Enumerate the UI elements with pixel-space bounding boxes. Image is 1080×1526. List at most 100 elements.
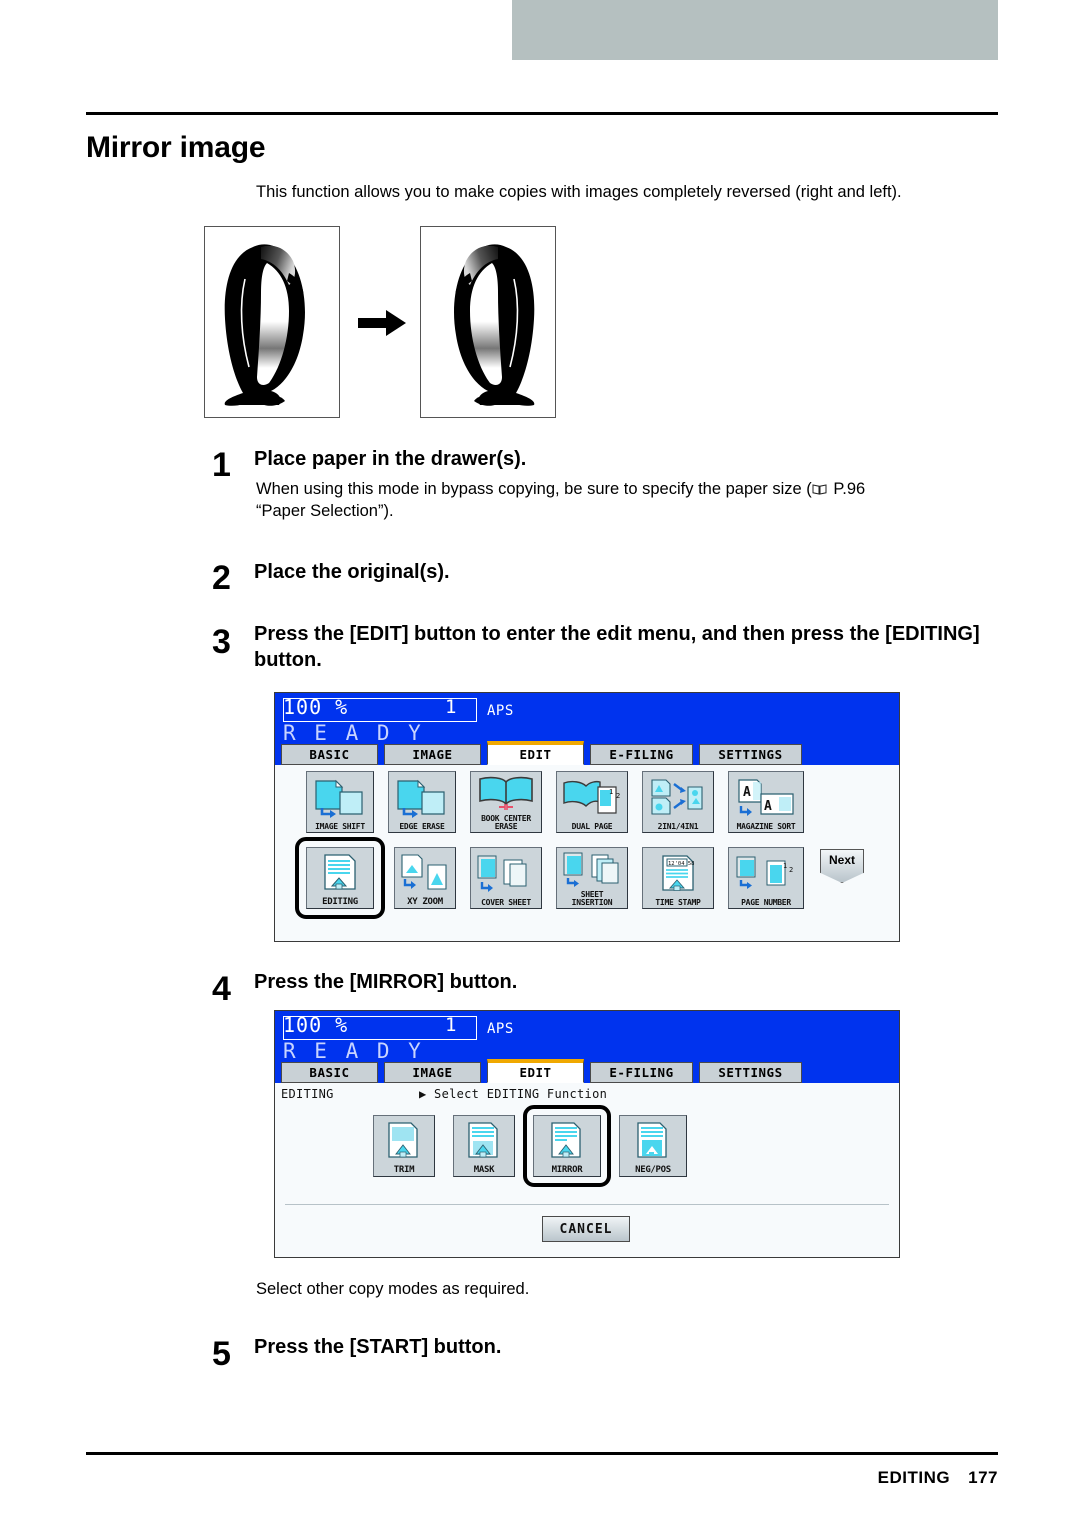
- button-trim-label: TRIM: [393, 1165, 415, 1175]
- button-mask[interactable]: MASK: [453, 1115, 515, 1177]
- button-neg-pos-label: NEG/POS: [635, 1165, 671, 1175]
- dual-page-icon: 1 2: [562, 772, 622, 823]
- button-magazine-sort-label: MAGAZINE SORT: [736, 822, 796, 831]
- button-trim[interactable]: TRIM: [373, 1115, 435, 1177]
- button-time-stamp-label: TIME STAMP: [655, 898, 701, 907]
- button-mirror-label: MIRROR: [551, 1165, 583, 1175]
- next-button[interactable]: Next: [820, 849, 864, 883]
- top-gray-band: [512, 0, 998, 60]
- button-cover-sheet-label: COVER SHEET: [481, 898, 531, 907]
- button-editing-label: EDITING: [322, 897, 358, 907]
- editing-icon: [315, 848, 365, 898]
- button-xy-zoom[interactable]: XY ZOOM: [394, 847, 456, 909]
- right-arrow-icon: [358, 310, 406, 336]
- penguin-mirrored-icon: [454, 244, 535, 406]
- tab-settings-2[interactable]: SETTINGS: [699, 1062, 802, 1083]
- document-page: Mirror image This function allows you to…: [0, 0, 1080, 1526]
- svg-text:1: 1: [783, 862, 787, 870]
- tab-edit[interactable]: EDIT: [487, 741, 584, 765]
- header-rule: [86, 112, 998, 115]
- button-editing[interactable]: EDITING: [306, 847, 374, 909]
- lcd1-status-header: 100 % 1 APS R E A D Y BASIC IMAGE EDIT E…: [275, 693, 899, 765]
- lcd-panel-editing-functions: 100 % 1 APS R E A D Y BASIC IMAGE EDIT E…: [274, 1010, 900, 1258]
- breadcrumb-root: EDITING: [281, 1087, 334, 1101]
- cover-sheet-icon: [476, 848, 536, 899]
- button-sheet-insertion[interactable]: SHEET INSERTION: [556, 847, 628, 909]
- penguin-original-icon: [224, 244, 305, 406]
- step-4-heading: Press the [MIRROR] button.: [254, 971, 518, 993]
- time-stamp-icon: 12'04 58: [653, 848, 703, 899]
- button-mirror[interactable]: MIRROR: [533, 1115, 601, 1177]
- mirrored-image-box: [420, 226, 556, 418]
- trim-icon: [380, 1116, 428, 1166]
- step-1-body: When using this mode in bypass copying, …: [256, 478, 968, 523]
- lcd2-status-header: 100 % 1 APS R E A D Y BASIC IMAGE EDIT E…: [275, 1011, 899, 1083]
- step-2-heading: Place the original(s).: [254, 561, 450, 583]
- lcd-panel-edit-menu: 100 % 1 APS R E A D Y BASIC IMAGE EDIT E…: [274, 692, 900, 942]
- step-1-heading: Place paper in the drawer(s).: [254, 448, 527, 470]
- button-neg-pos[interactable]: NEG/POS: [619, 1115, 687, 1177]
- lcd2-divider: [285, 1204, 889, 1205]
- footer-page-number: 177: [968, 1468, 998, 1487]
- button-2in1-4in1-label: 2IN1/4IN1: [657, 822, 699, 831]
- footer-rule: [86, 1452, 998, 1455]
- button-time-stamp[interactable]: 12'04 58 TIME STAMP: [642, 847, 714, 909]
- button-image-shift[interactable]: IMAGE SHIFT: [306, 771, 374, 833]
- footer: EDITING 177: [878, 1468, 998, 1488]
- step-4-number: 4: [212, 970, 231, 1008]
- button-cover-sheet[interactable]: COVER SHEET: [470, 847, 542, 909]
- lcd2-zoom-ratio: 100 %: [283, 1013, 349, 1037]
- step-1-body-post: “Paper Selection”).: [256, 502, 394, 521]
- lcd1-status-text: R E A D Y: [283, 721, 424, 745]
- xy-zoom-icon: [398, 848, 452, 898]
- intro-paragraph: This function allows you to make copies …: [256, 183, 902, 201]
- step-1-number: 1: [212, 446, 231, 484]
- tab-settings[interactable]: SETTINGS: [699, 744, 802, 765]
- tab-basic-2[interactable]: BASIC: [281, 1062, 378, 1083]
- svg-text:2: 2: [789, 866, 793, 874]
- mirror-icon: [543, 1116, 591, 1166]
- book-reference-icon: [812, 479, 827, 495]
- image-shift-icon: [312, 772, 368, 823]
- lcd2-body: EDITING ▶ Select EDITING Function TRIM M…: [275, 1083, 899, 1257]
- tab-edit-2[interactable]: EDIT: [487, 1059, 584, 1083]
- lcd1-tab-row: BASIC IMAGE EDIT E-FILING SETTINGS: [275, 741, 899, 765]
- button-page-number-label: PAGE NUMBER: [741, 898, 791, 907]
- button-edge-erase-label: EDGE ERASE: [399, 822, 445, 831]
- button-page-number[interactable]: 1 2 PAGE NUMBER: [728, 847, 804, 909]
- tab-image[interactable]: IMAGE: [384, 744, 481, 765]
- lcd1-paper-mode: APS: [487, 703, 514, 719]
- tab-e-filing-2[interactable]: E-FILING: [590, 1062, 693, 1083]
- svg-text:12'04 58: 12'04 58: [668, 861, 695, 867]
- tab-e-filing[interactable]: E-FILING: [590, 744, 693, 765]
- svg-text:2: 2: [616, 792, 620, 800]
- original-image-box: [204, 226, 340, 418]
- breadcrumb-current: ▶ Select EDITING Function: [419, 1087, 608, 1101]
- cancel-button[interactable]: CANCEL: [542, 1216, 630, 1242]
- mask-icon: [460, 1116, 508, 1166]
- button-dual-page-label: DUAL PAGE: [571, 822, 613, 831]
- 2in1-4in1-icon: [648, 772, 708, 823]
- lcd1-zoom-ratio: 100 %: [283, 695, 349, 719]
- button-dual-page[interactable]: 1 2 DUAL PAGE: [556, 771, 628, 833]
- svg-text:1: 1: [609, 788, 613, 796]
- step-2-number: 2: [212, 559, 231, 597]
- page-number-icon: 1 2: [735, 848, 797, 899]
- button-image-shift-label: IMAGE SHIFT: [315, 822, 365, 831]
- button-book-center-erase[interactable]: BOOK CENTER ERASE: [470, 771, 542, 833]
- step-5-number: 5: [212, 1335, 231, 1373]
- button-2in1-4in1[interactable]: 2IN1/4IN1: [642, 771, 714, 833]
- lcd2-status-text: R E A D Y: [283, 1039, 424, 1063]
- button-magazine-sort[interactable]: A A MAGAZINE SORT: [728, 771, 804, 833]
- note-select-other-modes: Select other copy modes as required.: [256, 1280, 530, 1298]
- footer-section: EDITING: [877, 1468, 951, 1487]
- lcd2-paper-mode: APS: [487, 1021, 514, 1037]
- tab-image-2[interactable]: IMAGE: [384, 1062, 481, 1083]
- svg-text:A: A: [743, 785, 751, 800]
- lcd2-tab-row: BASIC IMAGE EDIT E-FILING SETTINGS: [275, 1059, 899, 1083]
- step-3-number: 3: [212, 623, 231, 661]
- tab-basic[interactable]: BASIC: [281, 744, 378, 765]
- book-center-erase-icon: [477, 772, 535, 815]
- button-edge-erase[interactable]: EDGE ERASE: [388, 771, 456, 833]
- magazine-sort-icon: A A: [735, 772, 797, 823]
